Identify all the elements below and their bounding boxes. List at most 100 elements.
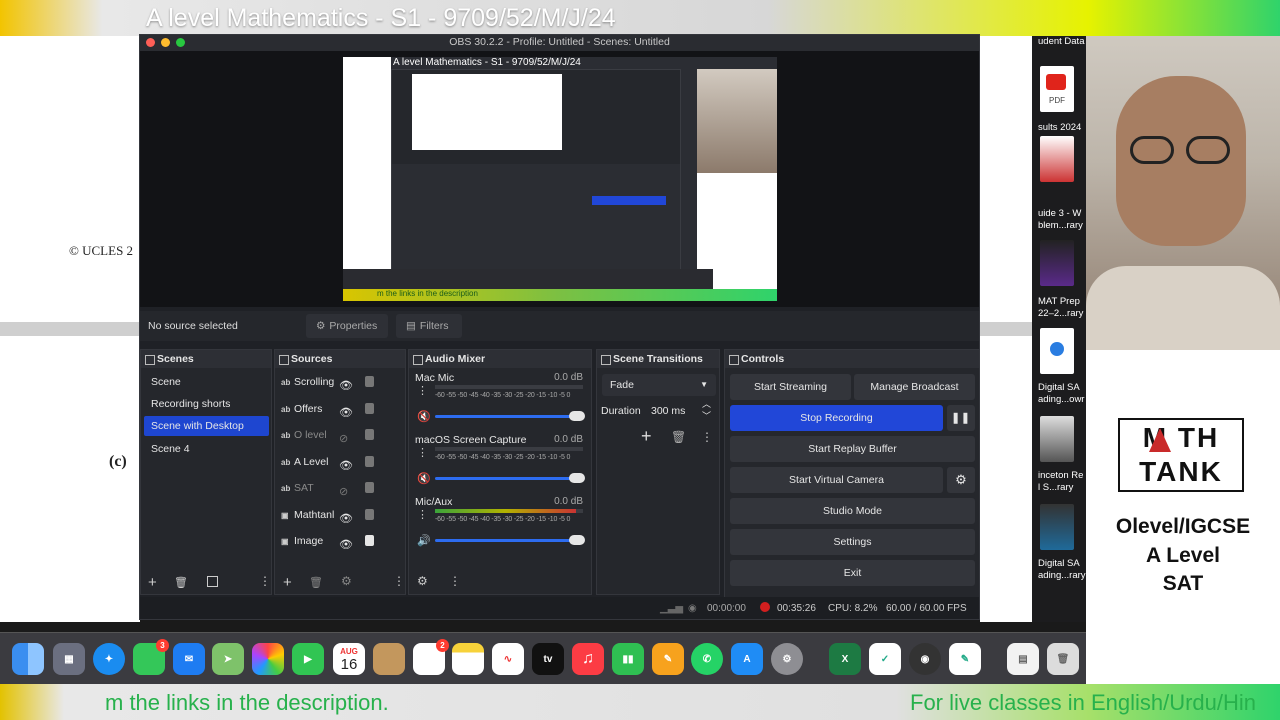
document-thumbnail[interactable]	[1040, 240, 1074, 286]
system-settings-icon[interactable]: ⚙	[771, 643, 803, 675]
freeform-icon[interactable]: ∿	[492, 643, 524, 675]
file-label[interactable]: MAT Prep	[1038, 296, 1080, 307]
transition-select[interactable]: Fade ▼	[602, 374, 716, 396]
source-item[interactable]: ab A Level 👁	[281, 452, 399, 472]
eye-icon[interactable]: 👁	[339, 456, 353, 476]
finder-icon[interactable]	[12, 643, 44, 675]
stepper-arrows-icon[interactable]: ︿ ﹀	[702, 398, 711, 422]
mail-icon[interactable]: ✉	[173, 643, 205, 675]
gear-icon[interactable]: ⚙	[417, 574, 428, 588]
notes-writing-icon[interactable]: ✎	[949, 643, 981, 675]
lock-icon[interactable]	[365, 402, 374, 414]
more-icon[interactable]: ⋮	[449, 574, 461, 588]
whatsapp-icon[interactable]: ✆	[691, 643, 723, 675]
more-icon[interactable]: ⋮	[417, 508, 428, 521]
eye-off-icon[interactable]: ⊘	[339, 482, 348, 502]
source-item[interactable]: ab SAT ⊘	[281, 478, 399, 498]
calendar-icon[interactable]: AUG 16	[333, 643, 365, 675]
lock-icon[interactable]	[365, 429, 374, 440]
file-label[interactable]: sults 2024	[1038, 122, 1081, 133]
lock-icon[interactable]	[365, 455, 374, 467]
pages-icon[interactable]: ✎	[652, 643, 684, 675]
eye-icon[interactable]: 👁	[339, 509, 353, 529]
gear-icon[interactable]: ⚙	[341, 574, 352, 588]
obs-preview[interactable]: A level Mathematics - S1 - 9709/52/M/J/2…	[140, 51, 979, 307]
file-label[interactable]: blem...rary	[1038, 220, 1083, 231]
source-item[interactable]: ▣ Mathtanl 👁	[281, 505, 399, 525]
lock-icon[interactable]	[365, 376, 374, 387]
more-icon[interactable]: ⋮	[417, 384, 428, 397]
add-source-icon[interactable]: +	[283, 574, 292, 591]
volume-slider[interactable]	[435, 473, 585, 483]
speaker-muted-icon[interactable]: 🔇	[417, 410, 431, 423]
file-label[interactable]: inceton Re	[1038, 470, 1083, 481]
maps-icon[interactable]: ➤	[212, 643, 244, 675]
scene-item-active[interactable]: Scene with Desktop	[144, 416, 269, 436]
lock-icon[interactable]	[365, 508, 374, 520]
eye-icon[interactable]: 👁	[339, 403, 353, 423]
trash-icon[interactable]: 🗑	[671, 430, 686, 444]
more-icon[interactable]: ⋮	[701, 430, 713, 444]
safari-icon[interactable]: ✦	[93, 643, 125, 675]
source-item[interactable]: ab Offers 👁	[281, 399, 399, 419]
exit-button[interactable]: Exit	[730, 560, 975, 586]
writing-app-icon[interactable]: ✓	[869, 643, 901, 675]
scene-item[interactable]: Recording shorts	[144, 394, 269, 414]
documents-folder-icon[interactable]: ▤	[1007, 643, 1039, 675]
duration-stepper[interactable]: 300 ms ︿ ﹀	[647, 398, 717, 422]
photos-icon[interactable]	[252, 643, 284, 675]
add-transition-icon[interactable]: +	[641, 426, 652, 447]
add-scene-icon[interactable]: +	[148, 574, 157, 591]
volume-slider[interactable]	[435, 411, 585, 421]
eye-icon[interactable]: 👁	[339, 535, 353, 555]
launchpad-icon[interactable]: ▦	[53, 643, 85, 675]
numbers-icon[interactable]: ▮▮	[612, 643, 644, 675]
filters-button[interactable]: ▤ Filters	[396, 314, 462, 338]
trash-icon[interactable]: 🗑	[174, 576, 188, 589]
messages-icon[interactable]: 3	[133, 639, 169, 675]
virtual-camera-settings-button[interactable]: ⚙	[947, 467, 975, 493]
document-thumbnail[interactable]	[1040, 504, 1074, 550]
excel-icon[interactable]: X	[829, 643, 861, 675]
facetime-icon[interactable]: ▶	[292, 643, 324, 675]
more-icon[interactable]: ⋮	[393, 574, 405, 588]
start-replay-buffer-button[interactable]: Start Replay Buffer	[730, 436, 975, 462]
manage-broadcast-button[interactable]: Manage Broadcast	[854, 374, 975, 400]
document-thumbnail[interactable]	[1040, 416, 1074, 462]
apple-tv-icon[interactable]: tv	[532, 643, 564, 675]
volume-slider[interactable]	[435, 535, 585, 545]
eye-off-icon[interactable]: ⊘	[339, 429, 348, 449]
music-icon[interactable]: ♫	[572, 643, 604, 675]
scene-item[interactable]: Scene 4	[144, 439, 269, 459]
studio-mode-button[interactable]: Studio Mode	[730, 498, 975, 524]
document-thumbnail[interactable]	[1040, 136, 1074, 182]
lock-icon[interactable]	[365, 535, 374, 546]
source-item[interactable]: ab O level ⊘	[281, 425, 399, 445]
trash-icon[interactable]: 🗑	[1047, 643, 1079, 675]
speaker-icon[interactable]: 🔊	[417, 534, 431, 547]
file-label[interactable]: uide 3 - W	[1038, 208, 1081, 219]
file-label[interactable]: ading...owr	[1038, 394, 1084, 405]
pdf-file-icon[interactable]: PDF	[1040, 66, 1074, 112]
volume-slider-knob[interactable]	[569, 473, 585, 483]
start-virtual-camera-button[interactable]: Start Virtual Camera	[730, 467, 943, 493]
lock-icon[interactable]	[365, 482, 374, 493]
file-label[interactable]: l S...rary	[1038, 482, 1073, 493]
speaker-muted-icon[interactable]: 🔇	[417, 472, 431, 485]
more-icon[interactable]: ⋮	[259, 574, 271, 588]
reminders-icon[interactable]: 2	[413, 639, 449, 675]
source-item[interactable]: ab Scrolling 👁	[281, 372, 399, 392]
file-label[interactable]: Digital SA	[1038, 558, 1080, 569]
source-item[interactable]: ▣ Image 👁	[281, 531, 399, 551]
notes-icon[interactable]	[452, 643, 484, 675]
volume-slider-knob[interactable]	[569, 411, 585, 421]
trash-icon[interactable]: 🗑	[309, 576, 323, 589]
file-label[interactable]: udent Data	[1038, 36, 1084, 47]
file-label[interactable]: 22–2...rary	[1038, 308, 1083, 319]
file-label[interactable]: Digital SA	[1038, 382, 1080, 393]
scene-filters-icon[interactable]	[207, 576, 218, 587]
contacts-icon[interactable]	[373, 643, 405, 675]
more-icon[interactable]: ⋮	[417, 446, 428, 459]
volume-slider-knob[interactable]	[569, 535, 585, 545]
document-thumbnail[interactable]	[1040, 328, 1074, 374]
